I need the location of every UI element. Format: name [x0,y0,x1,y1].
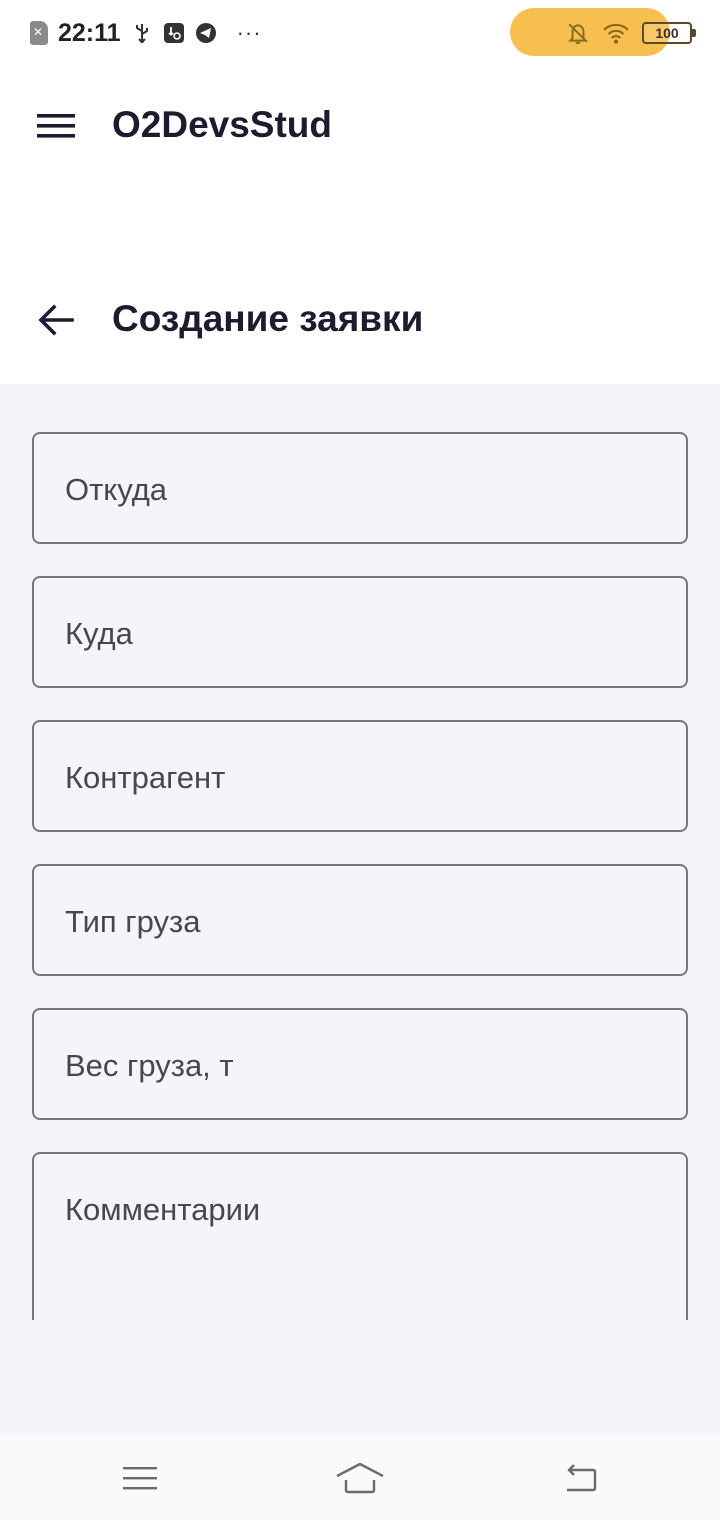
menu-button[interactable] [24,94,88,158]
back-button[interactable] [26,288,86,352]
page-title: Создание заявки [112,298,424,339]
more-notifications-icon: ··· [236,20,262,45]
from-field-label: Откуда [65,472,168,507]
form-content: Откуда Куда Контрагент Тип груза Вес гру… [0,384,720,1436]
to-field[interactable]: Куда [32,576,688,688]
recent-apps-button[interactable] [112,1452,168,1504]
cargo-weight-field-label: Вес груза, т [65,1048,234,1083]
arrow-back-icon [38,304,74,336]
counterparty-field-label: Контрагент [65,760,226,795]
comments-field-label: Комментарии [65,1192,261,1227]
cargo-weight-field[interactable]: Вес груза, т [32,1008,688,1120]
bell-off-icon [567,23,589,44]
status-time: 22:11 [58,18,121,47]
from-field[interactable]: Откуда [32,432,688,544]
comments-field[interactable]: Комментарии [32,1152,688,1320]
usb-icon [135,24,148,43]
app-bar: O2DevsStud [0,66,720,188]
recent-apps-icon [123,1467,157,1490]
to-field-label: Куда [65,616,133,651]
cargo-type-field-label: Тип груза [65,904,201,939]
app-title: O2DevsStud [112,104,333,145]
back-nav-icon [567,1464,597,1492]
back-nav-button[interactable] [552,1452,608,1504]
home-icon [336,1462,384,1494]
status-bar: 22:11 ··· 100 [0,0,720,66]
battery-indicator: 100 [642,22,696,44]
status-left: 22:11 ··· [30,16,262,50]
hamburger-menu-icon [37,114,75,138]
no-sim-icon [30,21,48,45]
telegram-icon [195,23,216,43]
usb-debug-icon [163,23,184,43]
status-right: 100 [566,18,696,48]
cargo-type-field[interactable]: Тип груза [32,864,688,976]
system-nav-bar [0,1436,720,1520]
page-header: Создание заявки [0,188,720,384]
counterparty-field[interactable]: Контрагент [32,720,688,832]
home-button[interactable] [332,1452,388,1504]
wifi-icon [603,23,629,44]
